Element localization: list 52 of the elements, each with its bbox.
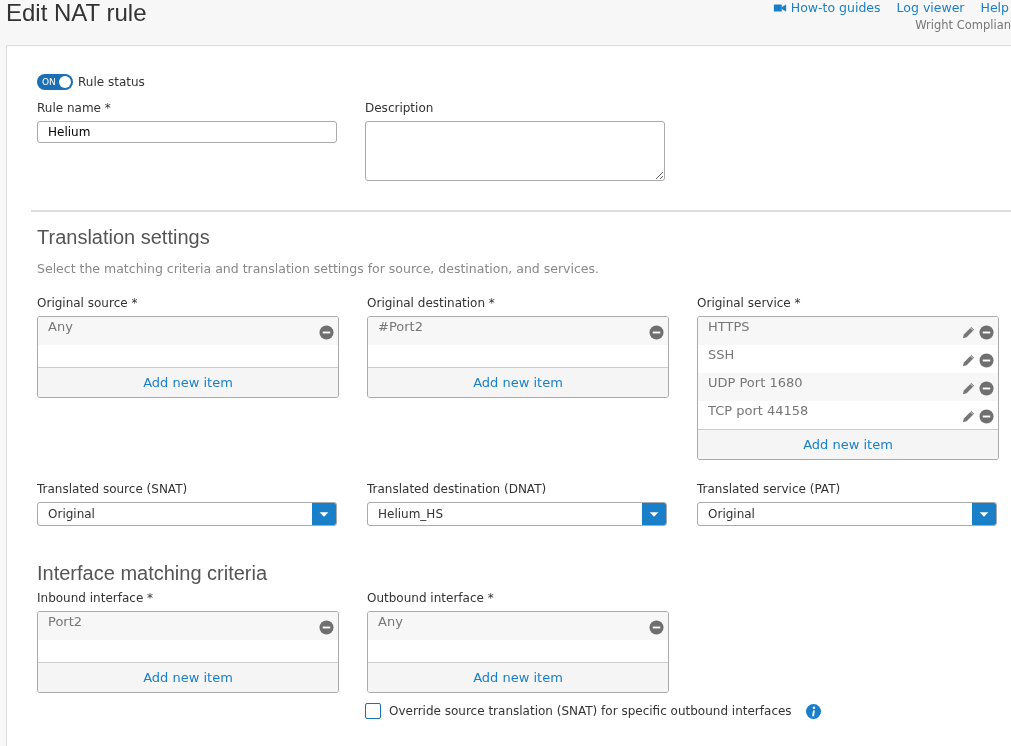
checkbox[interactable] [365, 703, 381, 719]
dropdown[interactable]: Original [37, 502, 337, 526]
add-item-button[interactable]: Add new item [368, 662, 668, 692]
remove-icon[interactable] [319, 619, 334, 635]
list-item[interactable]: Any [48, 317, 73, 345]
field-label: Rule name * [37, 101, 112, 115]
remove-icon[interactable] [979, 324, 994, 340]
list-item[interactable]: Port2 [48, 612, 83, 640]
section-title: Interface matching criteria [37, 562, 269, 585]
header-link[interactable]: Log viewer [896, 0, 965, 15]
list-item[interactable]: #Port2 [378, 317, 423, 345]
field-label: Description [365, 101, 435, 115]
add-item-button[interactable]: Add new item [368, 367, 668, 397]
section-description: Select the matching criteria and translation settings for source, destination, and services. [37, 261, 601, 276]
header-link[interactable]: How-to guides [772, 0, 881, 15]
remove-icon[interactable] [649, 619, 664, 635]
field-label: Translated source (SNAT) [37, 482, 189, 496]
pencil-icon[interactable] [961, 352, 976, 368]
field-label: Original service * [697, 296, 802, 310]
field-label: Inbound interface * [37, 591, 155, 605]
field-label: Translated destination (DNAT) [367, 482, 548, 496]
dropdown[interactable]: Helium_HS [367, 502, 667, 526]
info-icon [805, 703, 821, 719]
toggle-label: Rule status [78, 75, 145, 89]
list-item[interactable]: Any [378, 612, 403, 640]
add-item-button[interactable]: Add new item [38, 367, 338, 397]
field-label: Outbound interface * [367, 591, 495, 605]
checkbox-label: Override source translation (SNAT) for specific outbound interfaces [389, 704, 792, 718]
description-field[interactable] [365, 121, 665, 181]
remove-icon[interactable] [979, 352, 994, 368]
field-label: Original source * [37, 296, 139, 310]
list-item[interactable]: TCP port 44158 [708, 401, 809, 429]
field-label: Translated service (PAT) [697, 482, 842, 496]
list-item[interactable]: HTTPS [708, 317, 750, 345]
header-link[interactable]: Help [980, 0, 1009, 15]
list-item[interactable]: SSH [708, 345, 735, 373]
remove-icon[interactable] [979, 380, 994, 396]
toggle-switch[interactable]: ON [37, 74, 73, 90]
remove-icon[interactable] [319, 324, 334, 340]
add-item-button[interactable]: Add new item [38, 662, 338, 692]
field-label: Original destination * [367, 296, 496, 310]
pencil-icon[interactable] [961, 324, 976, 340]
remove-icon[interactable] [979, 408, 994, 424]
account-name: Wright Complian [915, 18, 1011, 32]
pencil-icon[interactable] [961, 380, 976, 396]
add-item-button[interactable]: Add new item [698, 429, 998, 459]
remove-icon[interactable] [649, 324, 664, 340]
page-title: Edit NAT rule [5, 0, 147, 28]
pencil-icon[interactable] [961, 408, 976, 424]
rule-name-field[interactable]: Helium [37, 121, 337, 143]
section-title: Translation settings [37, 226, 211, 249]
dropdown[interactable]: Original [697, 502, 997, 526]
